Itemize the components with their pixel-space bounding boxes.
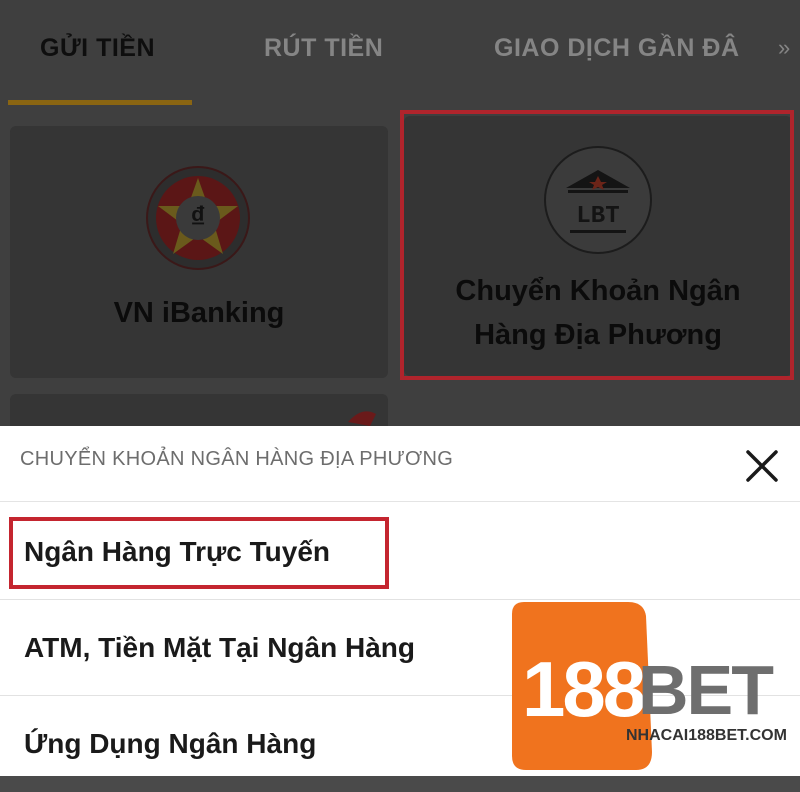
close-icon bbox=[746, 450, 778, 482]
tab-withdraw[interactable]: RÚT TIỀN bbox=[264, 28, 383, 68]
option-label: ATM, Tiền Mặt Tại Ngân Hàng bbox=[24, 632, 415, 663]
close-button[interactable] bbox=[740, 444, 784, 488]
option-label: Ngân Hàng Trực Tuyến bbox=[24, 536, 331, 567]
method-card-vn-ibanking[interactable]: ₫ VN iBanking bbox=[10, 126, 388, 378]
sheet-header: CHUYỂN KHOẢN NGÂN HÀNG ĐỊA PHƯƠNG bbox=[0, 426, 800, 502]
svg-text:188: 188 bbox=[522, 645, 644, 733]
option-label: Ứng Dụng Ngân Hàng bbox=[24, 728, 317, 759]
method-label: VN iBanking bbox=[113, 297, 285, 329]
sheet-title: CHUYỂN KHOẢN NGÂN HÀNG ĐỊA PHƯƠNG bbox=[20, 448, 454, 470]
tab-deposit[interactable]: GỬI TIỀN bbox=[40, 28, 155, 68]
tab-bar: GỬI TIỀN RÚT TIỀN GIAO DỊCH GẦN ĐÂ » bbox=[0, 0, 800, 106]
svg-text:BET: BET bbox=[638, 651, 773, 729]
highlight-local-bank-card bbox=[400, 110, 794, 380]
dong-coin-icon: ₫ bbox=[146, 166, 250, 270]
tab-scroll-more-icon[interactable]: » bbox=[778, 28, 790, 68]
tab-recent-transactions[interactable]: GIAO DỊCH GẦN ĐÂ bbox=[494, 28, 740, 68]
active-tab-indicator bbox=[8, 100, 192, 105]
188bet-logo-icon: 188 BET NHACAI188BET.COM bbox=[512, 602, 787, 770]
svg-text:NHACAI188BET.COM: NHACAI188BET.COM bbox=[626, 727, 787, 744]
brand-watermark-logo: 188 BET NHACAI188BET.COM bbox=[502, 600, 800, 776]
dong-symbol: ₫ bbox=[176, 196, 220, 240]
option-online-banking[interactable]: Ngân Hàng Trực Tuyến bbox=[0, 504, 800, 600]
payment-screen-dimmed: GỬI TIỀN RÚT TIỀN GIAO DỊCH GẦN ĐÂ » ₫ V… bbox=[0, 0, 800, 434]
